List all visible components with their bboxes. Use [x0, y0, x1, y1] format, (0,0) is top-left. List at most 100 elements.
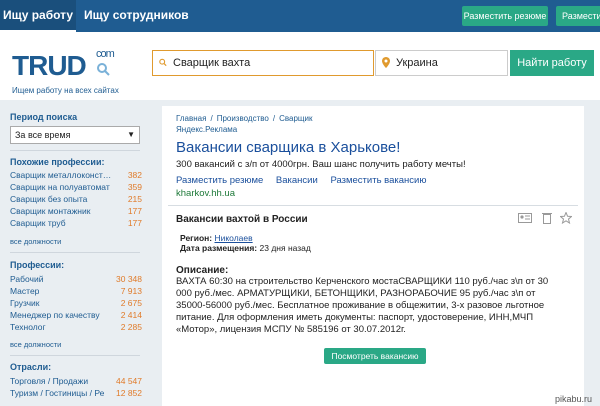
breadcrumb: Главная / Производство / Сварщик [176, 114, 316, 123]
divider [10, 355, 140, 356]
item-label: Сварщик без опыта [10, 194, 88, 204]
industry-item[interactable]: Туризм / Гостиницы / Ре 12 852 [10, 388, 142, 400]
item-label: Рабочий [10, 274, 44, 284]
industries-title: Отрасли: [10, 362, 52, 372]
post-vacancy-button[interactable]: Размести [556, 6, 600, 26]
logo-text: TRUD [12, 50, 87, 81]
region-link[interactable]: Николаев [214, 233, 252, 243]
profession-item[interactable]: Технолог 2 285 [10, 322, 142, 334]
period-title: Период поиска [10, 112, 78, 122]
item-label: Сварщик труб [10, 218, 66, 228]
ad-link-post-vacancy[interactable]: Разместить вакансию [330, 175, 426, 186]
description-text: ВАХТА 60:30 на строительство Керченского… [176, 276, 576, 336]
similar-profession-item[interactable]: Сварщик на полуавтомат 359 [10, 182, 142, 194]
tagline: Ищем работу на всех сайтах [12, 86, 119, 95]
vacancy-title[interactable]: Вакансии вахтой в России [176, 214, 308, 225]
star-icon[interactable] [560, 212, 572, 224]
search-value: Сварщик вахта [173, 57, 251, 69]
item-count: 359 [127, 182, 142, 192]
item-count: 44 547 [116, 376, 142, 386]
breadcrumb-separator: / [272, 114, 276, 123]
logo[interactable]: TRUD com [12, 48, 115, 82]
description-line: «Мотор», лицензия МСПУ № 585196 от 30.07… [176, 324, 406, 335]
description-line: ВАХТА 60:30 на строительство Керченского… [176, 276, 549, 287]
ad-url[interactable]: kharkov.hh.ua [176, 188, 235, 199]
view-vacancy-button[interactable]: Посмотреть вакансию [324, 348, 426, 364]
search-icon [159, 58, 167, 67]
professions-title: Профессии: [10, 260, 65, 270]
location-pin-icon [382, 57, 390, 68]
main-content: Главная / Производство / Сварщик Яндекс.Рекл… [162, 106, 584, 406]
breadcrumb-home[interactable]: Главная [176, 114, 206, 123]
vacancy-actions [518, 212, 578, 224]
item-label: Торговля / Продажи [10, 376, 89, 386]
description-line: питание. Для оформления иметь документы:… [176, 312, 534, 323]
ad-title[interactable]: Вакансии сварщика в Харькове! [176, 139, 400, 156]
profession-item[interactable]: Грузчик 2 675 [10, 298, 142, 310]
tab-find-staff[interactable]: Ищу сотрудников [84, 0, 189, 32]
item-count: 382 [127, 170, 142, 180]
item-count: 177 [127, 218, 142, 228]
item-count: 2 285 [120, 322, 142, 332]
item-count: 177 [127, 206, 142, 216]
yandex-ads-label[interactable]: Яндекс.Реклама [176, 125, 237, 134]
item-count: 30 348 [116, 274, 142, 284]
date-label: Дата размещения: [180, 243, 258, 253]
breadcrumb-current[interactable]: Сварщик [279, 114, 312, 123]
region-row: Регион: Николаев [180, 233, 253, 243]
item-label: Сварщик на полуавтомат [10, 182, 110, 192]
ad-links: Разместить резюме Вакансии Разместить ва… [176, 175, 436, 186]
magnifier-logo-icon [97, 63, 110, 76]
ad-text: 300 вакансий с з/п от 4000грн. Ваш шанс … [176, 159, 466, 170]
item-label: Сварщик металлоконст… [10, 170, 112, 180]
top-nav-bar: Ищу работу Ищу сотрудников Разместить ре… [0, 0, 600, 32]
profession-item[interactable]: Мастер 7 913 [10, 286, 142, 298]
period-select[interactable]: За все время ▼ [10, 126, 140, 144]
item-count: 2 675 [120, 298, 142, 308]
item-label: Грузчик [10, 298, 40, 308]
divider [168, 205, 578, 206]
similar-professions-title: Похожие профессии: [10, 157, 105, 167]
find-job-button[interactable]: Найти работу [510, 50, 594, 76]
post-resume-button[interactable]: Разместить резюме [462, 6, 548, 26]
period-value: За все время [15, 130, 71, 140]
all-positions-link[interactable]: все должности [10, 237, 61, 246]
item-label: Туризм / Гостиницы / Ре [10, 388, 105, 398]
ad-link-vacancies[interactable]: Вакансии [276, 175, 318, 186]
all-positions-link[interactable]: все должности [10, 340, 61, 349]
item-count: 2 414 [120, 310, 142, 320]
contact-card-icon[interactable] [518, 213, 532, 223]
profession-item[interactable]: Рабочий 30 348 [10, 274, 142, 286]
industry-item[interactable]: Торговля / Продажи 44 547 [10, 376, 142, 388]
search-input[interactable]: Сварщик вахта [152, 50, 374, 76]
description-title: Описание: [176, 265, 229, 276]
tab-find-job[interactable]: Ищу работу [0, 0, 76, 32]
item-count: 7 913 [120, 286, 142, 296]
region-label: Регион: [180, 233, 213, 243]
item-label: Технолог [10, 322, 46, 332]
description-line: 35000-56000 руб./мес. Бесплатное прожива… [176, 300, 545, 311]
item-label: Мастер [10, 286, 40, 296]
item-label: Сварщик монтажник [10, 206, 91, 216]
region-value: Украина [396, 57, 438, 69]
breadcrumb-separator: / [210, 114, 213, 123]
item-count: 215 [127, 194, 142, 204]
watermark: pikabu.ru [554, 394, 592, 404]
similar-profession-item[interactable]: Сварщик металлоконст… 382 [10, 170, 142, 182]
similar-profession-item[interactable]: Сварщик труб 177 [10, 218, 142, 230]
divider [10, 252, 140, 253]
similar-profession-item[interactable]: Сварщик монтажник 177 [10, 206, 142, 218]
profession-item[interactable]: Менеджер по качеству 2 414 [10, 310, 142, 322]
date-row: Дата размещения: 23 дня назад [180, 243, 311, 253]
date-value: 23 дня назад [259, 243, 311, 253]
trash-icon[interactable] [542, 212, 552, 224]
ad-link-resume[interactable]: Разместить резюме [176, 175, 263, 186]
item-count: 12 852 [116, 388, 142, 398]
region-input[interactable]: Украина [375, 50, 508, 76]
divider [10, 150, 140, 151]
logo-suffix: com [96, 48, 115, 60]
similar-profession-item[interactable]: Сварщик без опыта 215 [10, 194, 142, 206]
sidebar [0, 100, 150, 406]
chevron-down-icon: ▼ [127, 130, 135, 139]
breadcrumb-category[interactable]: Производство [217, 114, 269, 123]
